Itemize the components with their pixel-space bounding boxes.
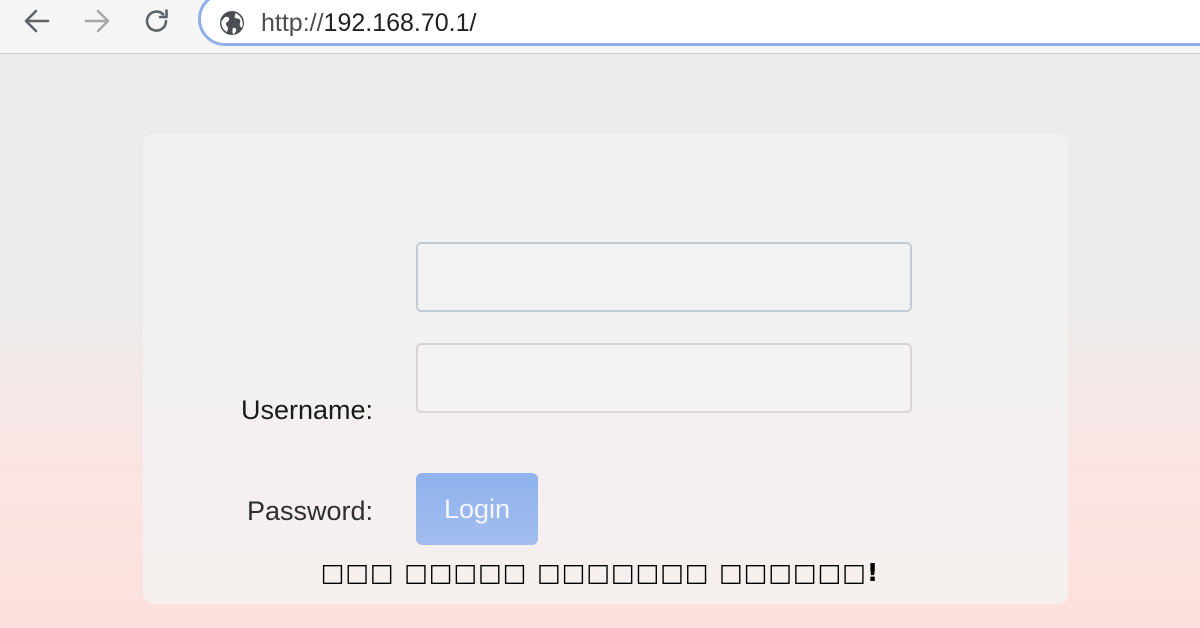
username-label: Username: (240, 395, 373, 425)
url-text[interactable]: http://192.168.70.1/ (261, 8, 476, 38)
url-host: 192.168.70.1/ (323, 9, 477, 37)
forward-button[interactable] (80, 4, 114, 38)
caption-text: □□□ □□□□□ □□□□□□□ □□□□□□! (320, 558, 880, 587)
login-button[interactable]: Login (416, 473, 538, 545)
url-scheme: http:// (261, 9, 324, 37)
reload-button[interactable] (140, 4, 174, 38)
arrow-right-icon (84, 9, 110, 33)
arrow-left-icon (24, 9, 50, 33)
password-input[interactable] (416, 343, 912, 413)
password-label: Password: (246, 496, 373, 526)
browser-toolbar: http://192.168.70.1/ (0, 0, 1200, 54)
back-button[interactable] (20, 4, 54, 38)
username-input[interactable] (416, 242, 912, 312)
reload-icon (145, 9, 168, 32)
address-bar[interactable]: http://192.168.70.1/ (198, 0, 1200, 46)
globe-icon (220, 11, 244, 35)
